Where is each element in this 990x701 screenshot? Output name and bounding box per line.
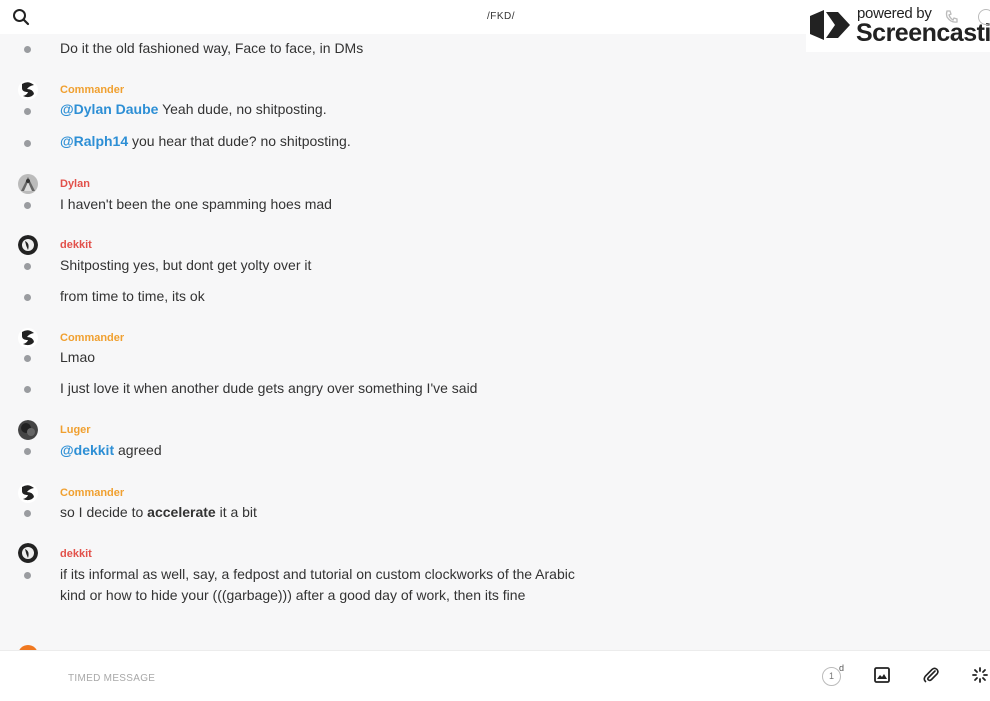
message-text: @dekkit agreed — [60, 440, 580, 461]
message-text: I haven't been the one spamming hoes mad — [60, 196, 332, 212]
message-text: I just love it when another dude gets an… — [60, 380, 478, 396]
avatar-dekkit[interactable] — [18, 543, 38, 563]
loading-spinner-icon[interactable] — [972, 667, 988, 683]
timer-unit: d — [839, 663, 845, 673]
avatar-commander[interactable] — [18, 80, 38, 100]
info-icon[interactable] — [978, 9, 990, 25]
timer-icon[interactable]: 1 d — [822, 663, 846, 686]
message-text: @Ralph14 you hear that dude? no shitpost… — [60, 131, 580, 152]
user-mention[interactable]: @Dylan Daube — [60, 101, 158, 117]
message-bullet — [24, 386, 31, 393]
message-author[interactable]: Commander — [60, 84, 124, 96]
phone-icon[interactable] — [944, 9, 960, 25]
message-bullet — [24, 294, 31, 301]
message-text: so I decide to accelerate it a bit — [60, 502, 580, 523]
message-bullet — [24, 108, 31, 115]
screencastify-logo-icon — [810, 10, 850, 40]
message-text: Do it the old fashioned way, Face to fac… — [60, 40, 364, 56]
message-bullet — [24, 355, 31, 362]
message-bullet — [24, 510, 31, 517]
message-author[interactable]: Commander — [60, 487, 124, 499]
message-list: Do it the old fashioned way, Face to fac… — [0, 0, 990, 650]
message-text-body: you hear that dude? no shitposting. — [128, 133, 351, 149]
user-mention[interactable]: @Ralph14 — [60, 133, 128, 149]
message-bullet — [24, 46, 31, 53]
message-text-body: it a bit — [215, 504, 257, 520]
message-bullet — [24, 202, 31, 209]
message-bullet — [24, 448, 31, 455]
message-author[interactable]: dekkit — [60, 239, 92, 251]
avatar-commander[interactable] — [18, 328, 38, 348]
image-icon[interactable] — [874, 667, 890, 683]
message-text: Lmao — [60, 349, 96, 365]
message-bullet — [24, 140, 31, 147]
message-text: Shitposting yes, but dont get yolty over… — [60, 257, 312, 273]
message-text: @Dylan Daube Yeah dude, no shitposting. — [60, 99, 580, 120]
avatar-luger[interactable] — [18, 420, 38, 440]
message-text: from time to time, its ok — [60, 288, 205, 304]
message-author[interactable]: Dylan — [60, 178, 90, 190]
avatar-commander[interactable] — [18, 483, 38, 503]
message-author[interactable]: Luger — [60, 424, 91, 436]
message-text-body: agreed — [114, 442, 162, 458]
message-bullet — [24, 263, 31, 270]
paperclip-icon[interactable] — [922, 666, 940, 684]
message-input[interactable] — [66, 669, 670, 687]
message-author[interactable]: Commander — [60, 332, 124, 344]
message-author[interactable]: dekkit — [60, 548, 92, 560]
message-text: if its informal as well, say, a fedpost … — [60, 566, 575, 603]
message-text-body: so I decide to — [60, 504, 148, 520]
message-bullet — [24, 572, 31, 579]
bold-text: accelerate — [147, 504, 216, 520]
message-text-body: Yeah dude, no shitposting. — [158, 101, 327, 117]
user-mention[interactable]: @dekkit — [60, 442, 114, 458]
avatar-dekkit[interactable] — [18, 235, 38, 255]
screencastify-watermark: powered by Screencastify — [806, 0, 990, 52]
watermark-brand: Screencastify — [856, 19, 990, 47]
avatar-dylan[interactable] — [18, 174, 38, 194]
